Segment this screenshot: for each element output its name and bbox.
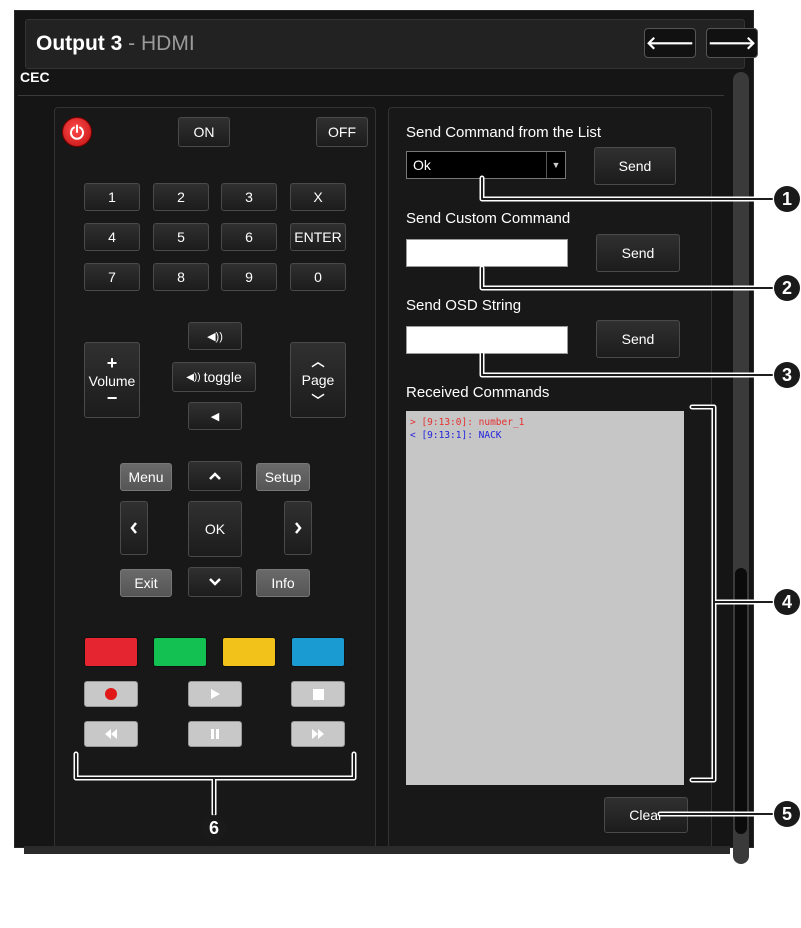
callout-4: 4	[774, 589, 800, 615]
callout-5: 5	[774, 801, 800, 827]
callout-6: 6	[201, 815, 227, 841]
annotation-leaders	[73, 175, 775, 817]
callout-1: 1	[774, 186, 800, 212]
callout-3: 3	[774, 362, 800, 388]
callout-2: 2	[774, 275, 800, 301]
